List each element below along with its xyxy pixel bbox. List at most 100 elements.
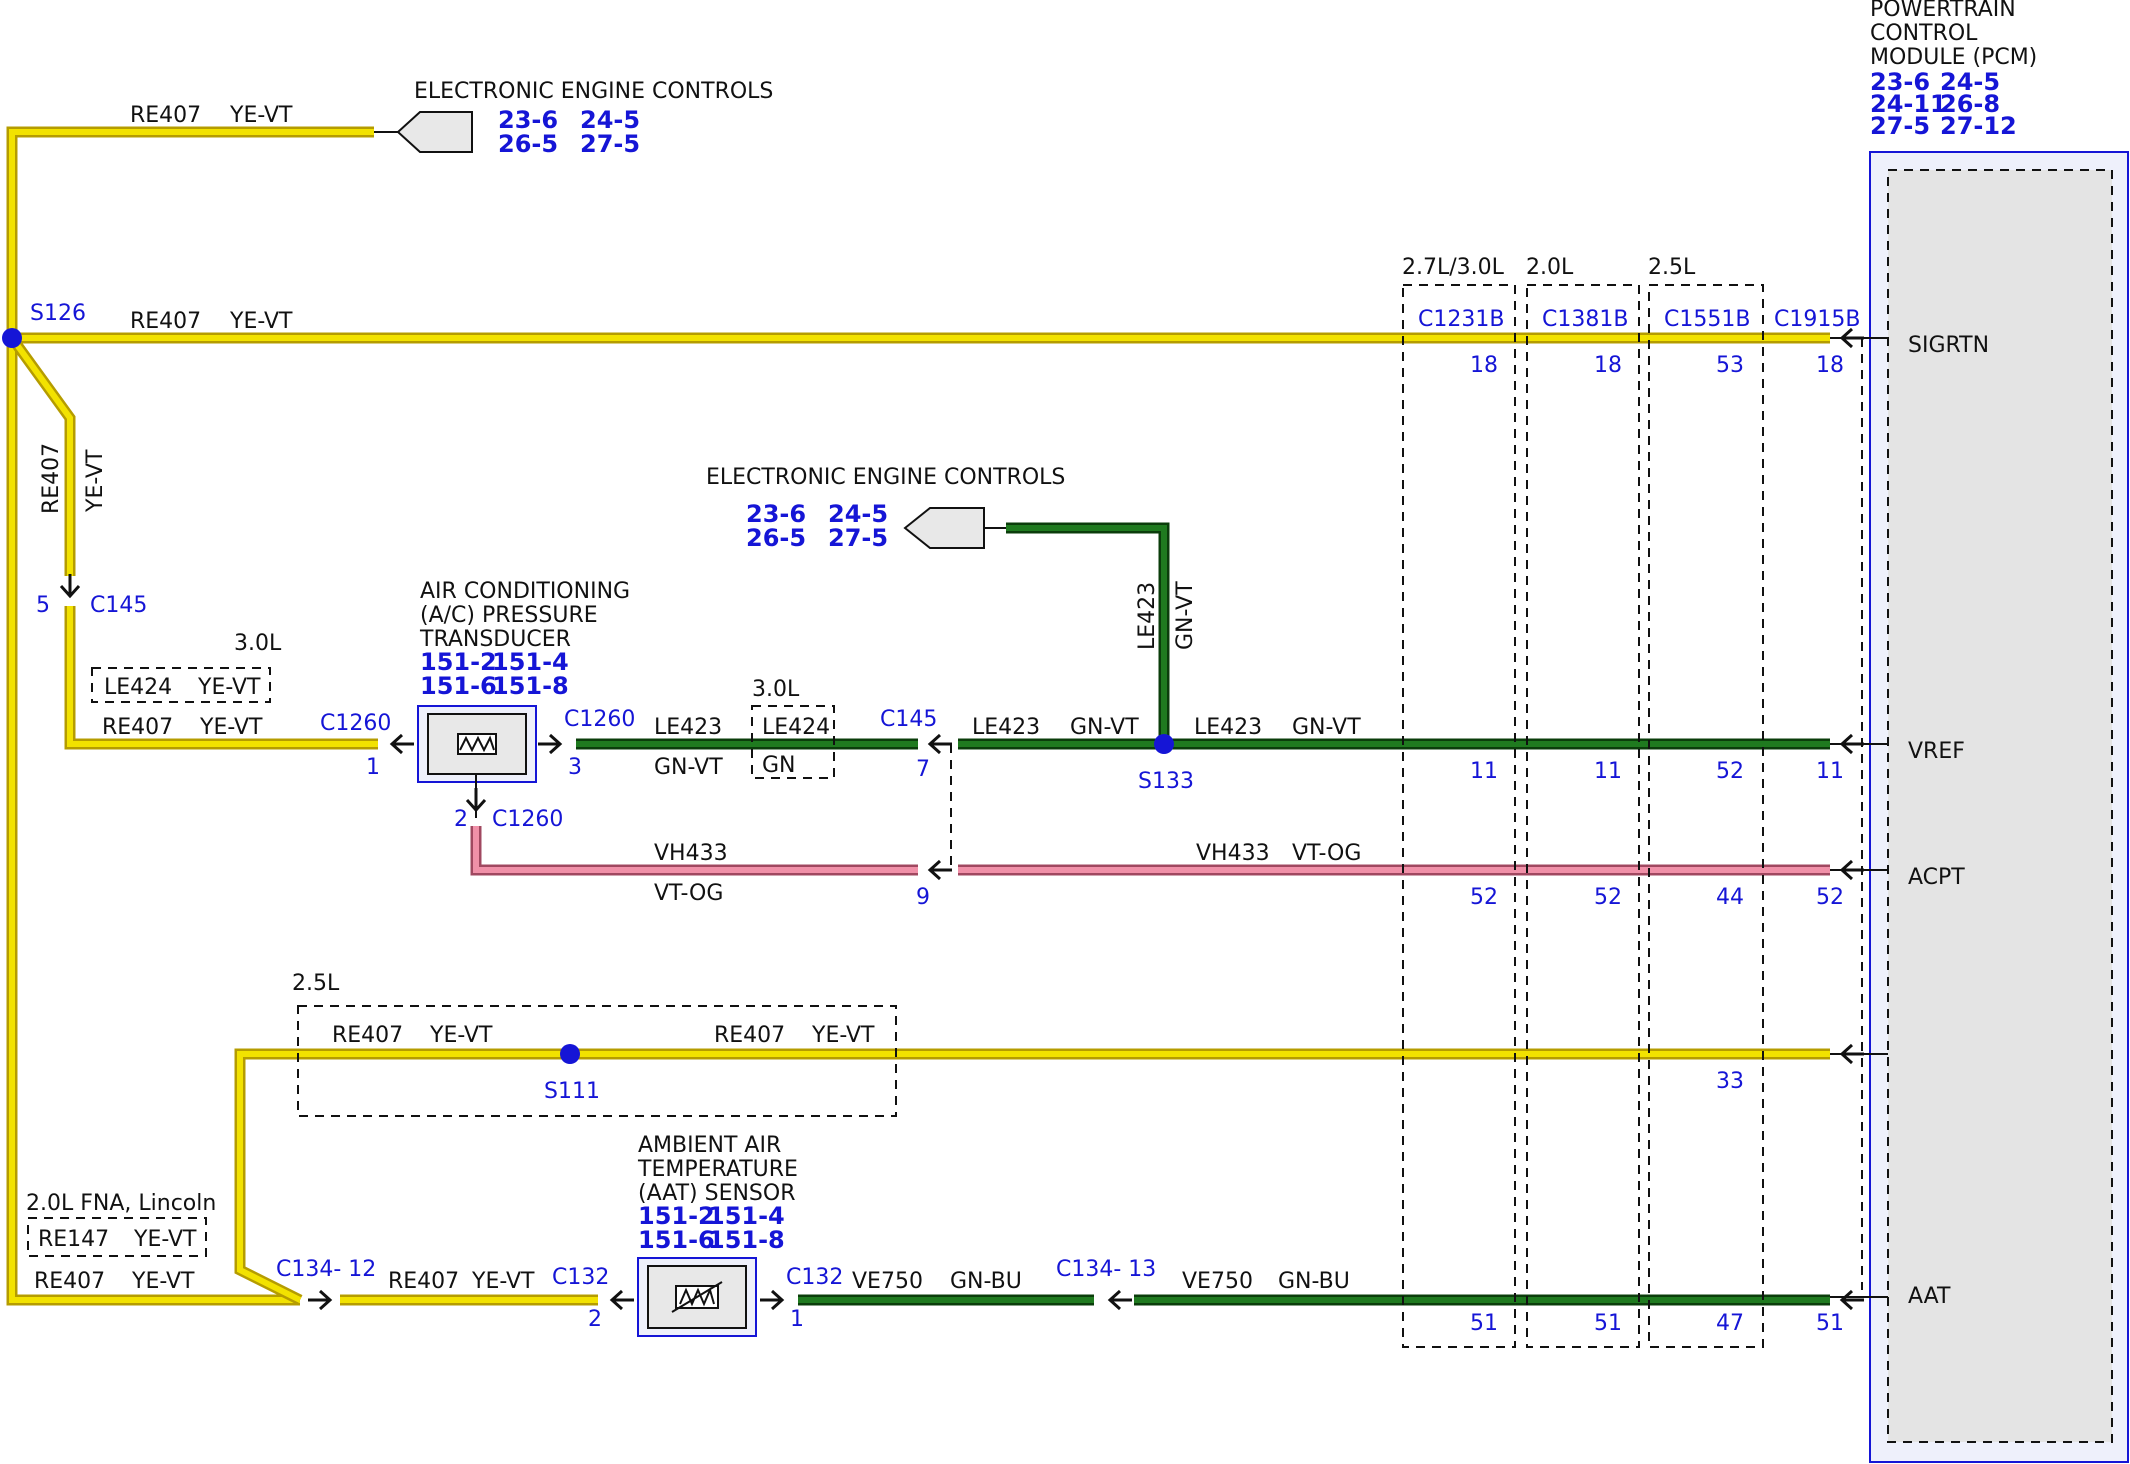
connector-c1260-label[interactable]: C1260 — [564, 707, 635, 732]
connector-c1231b[interactable]: C1231B — [1418, 307, 1504, 332]
pin-number: 18 — [1470, 353, 1498, 378]
box-2-0l — [1526, 284, 1640, 1348]
pin-number: 52 — [1716, 759, 1744, 784]
connector-c1381b[interactable]: C1381B — [1542, 307, 1628, 332]
wire-circuit-label: VE750 — [1182, 1269, 1253, 1294]
connector-arrow-icon — [1107, 1289, 1132, 1311]
wire-color-label: YE-VT — [229, 309, 293, 334]
aat-title-1: AMBIENT AIR — [638, 1133, 781, 1158]
splice-s133-label: S133 — [1138, 769, 1194, 794]
connector-arrow-icon — [609, 1289, 634, 1311]
wire-color-label: YE-VT — [429, 1023, 493, 1048]
splice-s126-label: S126 — [30, 301, 86, 326]
connector-arrow-icon — [927, 859, 952, 881]
wire-color-label: VT-OG — [1292, 841, 1361, 866]
wire-color-label: GN-VT — [1070, 715, 1139, 740]
eec-top-title: ELECTRONIC ENGINE CONTROLS — [414, 79, 773, 104]
pcm-ref[interactable]: 27-12 — [1940, 112, 2017, 140]
pcm-pin-sigrtn: SIGRTN — [1908, 333, 1989, 358]
pcm-pin-aat: AAT — [1908, 1284, 1951, 1309]
pin-number: 2 — [454, 807, 468, 832]
wire-circuit-label: RE407 — [332, 1023, 403, 1048]
ac-ref[interactable]: 151-6 — [420, 672, 497, 700]
pin-number: 5 — [36, 593, 50, 618]
splice-s133-dot[interactable] — [1154, 734, 1174, 754]
splice-s111-label: S111 — [544, 1079, 600, 1104]
connector-arrow-icon — [927, 733, 952, 755]
wire-re407-2-5l[interactable] — [237, 1051, 1830, 1303]
connector-c132-label[interactable]: C132 — [552, 1265, 609, 1290]
wire-circuit-label: VH433 — [1196, 841, 1270, 866]
pin-number: 51 — [1594, 1311, 1622, 1336]
eec-mid-connector-icon[interactable] — [903, 507, 985, 549]
pin-number: 52 — [1594, 885, 1622, 910]
connector-c134-13-label[interactable]: C134- 13 — [1056, 1257, 1156, 1282]
wire-circuit-label: LE423 — [972, 715, 1040, 740]
pin-number: 1 — [790, 1307, 804, 1332]
eec-top-ref[interactable]: 27-5 — [580, 130, 640, 158]
wire-color-label: GN-VT — [654, 755, 723, 780]
wire-circuit-label: VE750 — [852, 1269, 923, 1294]
pin-number: 9 — [916, 885, 930, 910]
wiring-diagram: POWERTRAIN CONTROL MODULE (PCM) 23-6 24-… — [2, 0, 2129, 1463]
eec-top-connector-icon[interactable] — [396, 111, 473, 153]
wire-circuit-label: LE423 — [1135, 582, 1160, 650]
pin-number: 11 — [1470, 759, 1498, 784]
variant-label-2-0l: 2.0L — [1526, 255, 1574, 280]
aat-ref[interactable]: 151-6 — [638, 1226, 715, 1254]
box-2-5l — [1648, 284, 1764, 1348]
wire-color-label: YE-VT — [229, 103, 293, 128]
pcm-title-3: MODULE (PCM) — [1870, 45, 2037, 70]
pin-number: 53 — [1716, 353, 1744, 378]
eec-mid-ref[interactable]: 27-5 — [828, 524, 888, 552]
ac-title-2: (A/C) PRESSURE — [420, 603, 598, 628]
connector-c145-label[interactable]: C145 — [880, 707, 937, 732]
connector-c1260-label[interactable]: C1260 — [320, 711, 391, 736]
wire-circuit-label: LE424 — [762, 715, 830, 740]
variant-label-2-7-3-0l: 2.7L/3.0L — [1402, 255, 1505, 280]
connector-c1915b[interactable]: C1915B — [1774, 307, 1860, 332]
pin-number: 11 — [1816, 759, 1844, 784]
variant-label: 2.5L — [292, 971, 340, 996]
variant-label: 3.0L — [752, 677, 800, 702]
connector-c132-label[interactable]: C132 — [786, 1265, 843, 1290]
connector-arrow-icon — [465, 788, 487, 813]
wire-circuit-label: RE407 — [130, 103, 201, 128]
variant-label: 3.0L — [234, 631, 282, 656]
splice-s126-dot[interactable] — [2, 328, 22, 348]
variant-label-2-5l: 2.5L — [1648, 255, 1696, 280]
variant-label: 2.0L FNA, Lincoln — [26, 1191, 216, 1216]
wire-color-label: YE-VT — [131, 1269, 195, 1294]
connector-arrow-icon — [760, 1289, 785, 1311]
connector-c145-label[interactable]: C145 — [90, 593, 147, 618]
connector-arrow-icon — [308, 1289, 333, 1311]
pin-number: 52 — [1470, 885, 1498, 910]
eec-mid-title: ELECTRONIC ENGINE CONTROLS — [706, 465, 1065, 490]
ac-title-1: AIR CONDITIONING — [420, 579, 630, 604]
variant-boxes — [27, 284, 1863, 1348]
pin-number: 52 — [1816, 885, 1844, 910]
wire-color-label: GN-VT — [1292, 715, 1361, 740]
connector-c134-12-label[interactable]: C134- 12 — [276, 1257, 376, 1282]
ac-ref[interactable]: 151-8 — [492, 672, 569, 700]
pin-number: 18 — [1816, 353, 1844, 378]
pcm-title-1: POWERTRAIN — [1870, 0, 2016, 22]
pin-number: 51 — [1816, 1311, 1844, 1336]
connector-arrow-icon — [1839, 733, 1864, 755]
eec-top-ref[interactable]: 26-5 — [498, 130, 558, 158]
wire-color-label: GN-VT — [1173, 581, 1198, 650]
wire-circuit-label: RE407 — [102, 715, 173, 740]
wire-color-label: YE-VT — [133, 1227, 197, 1252]
connector-arrow-icon — [1839, 1289, 1864, 1311]
wire-circuit-label: RE407 — [34, 1269, 105, 1294]
splice-s111-dot[interactable] — [560, 1044, 580, 1064]
eec-mid-ref[interactable]: 26-5 — [746, 524, 806, 552]
wire-color-label: YE-VT — [811, 1023, 875, 1048]
connector-c1260-label[interactable]: C1260 — [492, 807, 563, 832]
connector-c1551b[interactable]: C1551B — [1664, 307, 1750, 332]
pin-number: 3 — [568, 755, 582, 780]
pcm-ref[interactable]: 27-5 — [1870, 112, 1930, 140]
pin-number: 1 — [366, 755, 380, 780]
wire-circuit-label: LE423 — [1194, 715, 1262, 740]
aat-ref[interactable]: 151-8 — [708, 1226, 785, 1254]
